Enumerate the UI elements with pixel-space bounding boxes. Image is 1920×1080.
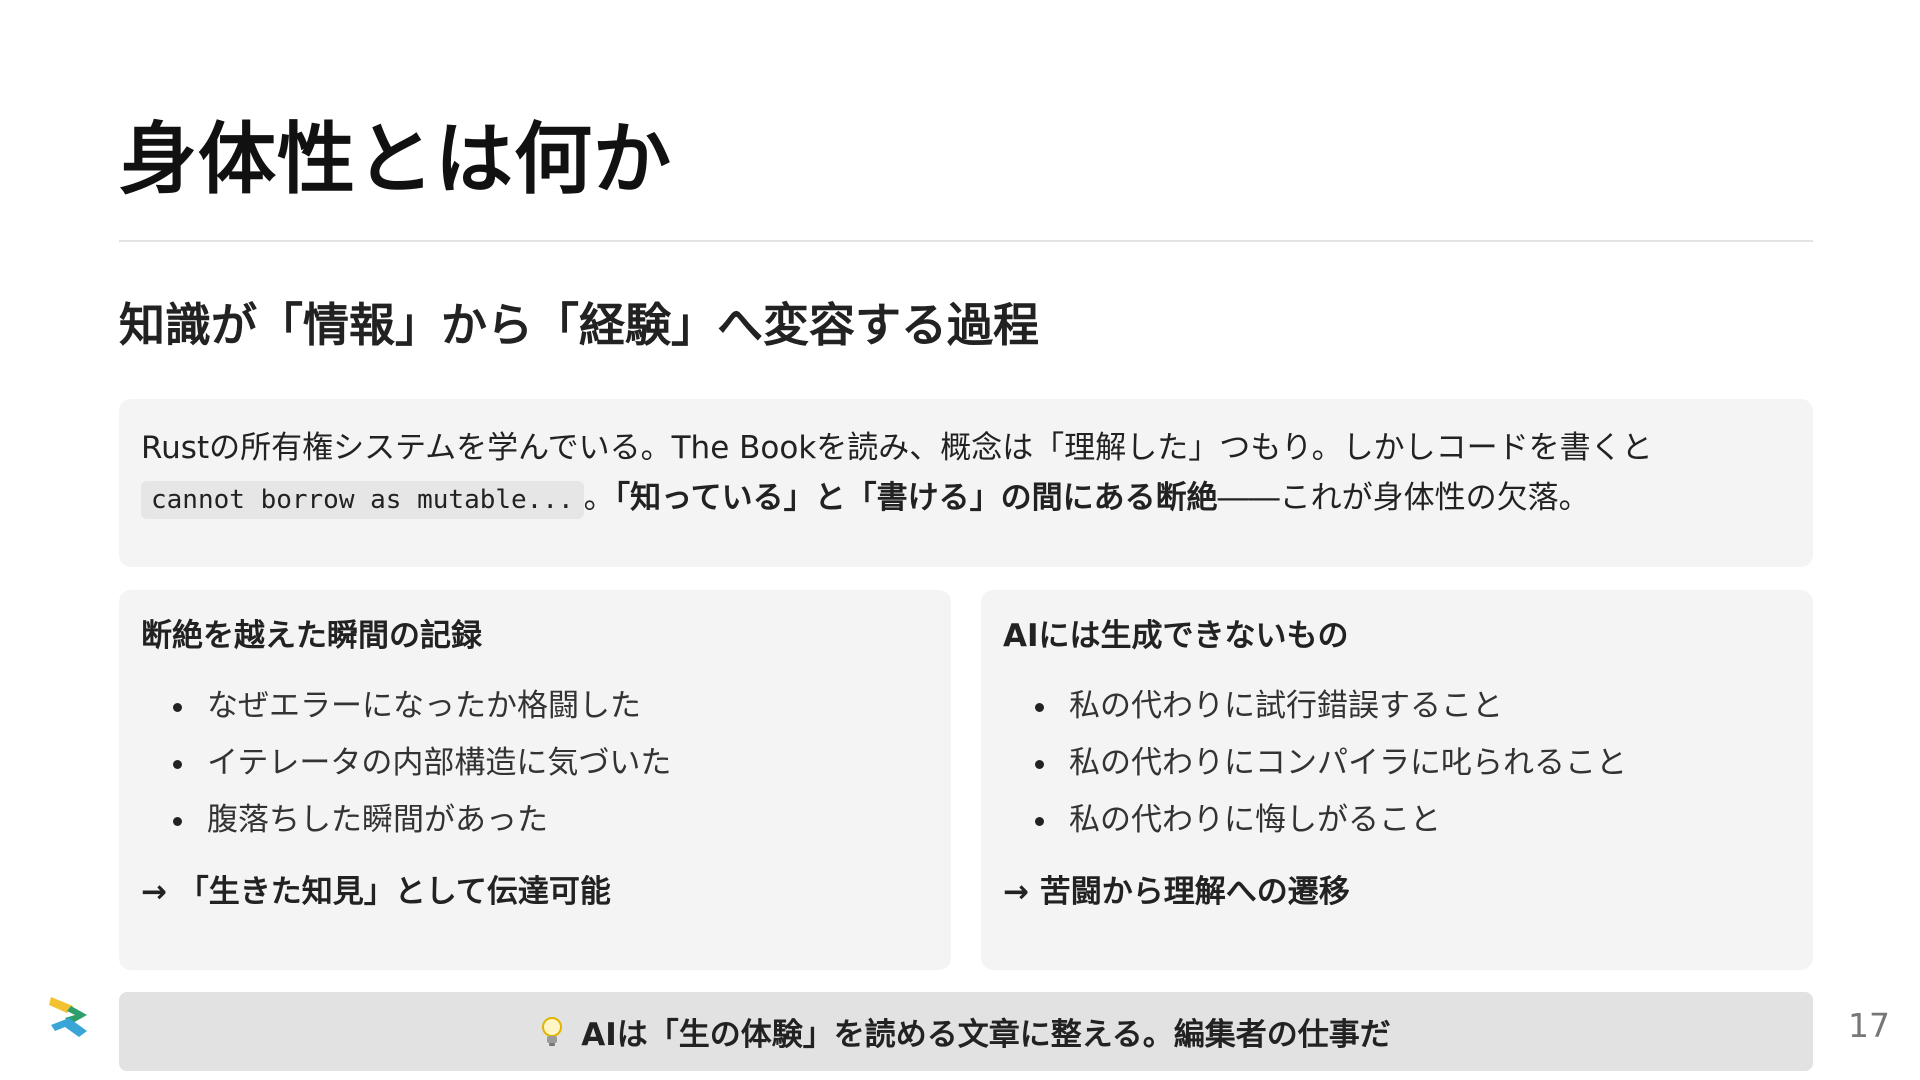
list-item: 腹落ちした瞬間があった — [141, 792, 929, 849]
bullet-icon — [1035, 817, 1044, 827]
page-number: 17 — [1848, 1006, 1890, 1045]
bullet-icon — [173, 703, 182, 713]
right-card-conclusion: → 苦闘から理解への遷移 — [1003, 874, 1350, 911]
intro-tail: ――これが身体性の欠落。 — [1217, 480, 1590, 516]
left-card: 断絶を越えた瞬間の記録 なぜエラーになったか格闘した イテレータの内部構造に気づ… — [119, 590, 951, 970]
list-item-text: イテレータの内部構造に気づいた — [207, 745, 672, 782]
intro-box: Rustの所有権システムを学んでいる。The Bookを読み、概念は「理解した」… — [119, 399, 1813, 567]
right-card-list: 私の代わりに試行錯誤すること 私の代わりにコンパイラに叱られること 私の代わりに… — [1003, 678, 1791, 849]
list-item: なぜエラーになったか格闘した — [141, 678, 929, 735]
list-item-text: 私の代わりに悔しがること — [1069, 802, 1441, 839]
footer-text: AIは「生の体験」を読める文章に整える。編集者の仕事だ — [581, 1017, 1391, 1053]
list-item: 私の代わりに悔しがること — [1003, 792, 1791, 849]
list-item: 私の代わりにコンパイラに叱られること — [1003, 735, 1791, 792]
list-item-text: なぜエラーになったか格闘した — [207, 688, 641, 725]
lightbulb-icon — [542, 1016, 563, 1046]
intro-emphasis: 「知っている」と「書ける」の間にある断絶 — [614, 480, 1218, 516]
bullet-icon — [173, 760, 182, 770]
intro-punctuation: 。 — [583, 480, 615, 516]
error-code-snippet: cannot borrow as mutable... — [141, 481, 584, 519]
intro-line-2: cannot borrow as mutable... 。「知っている」と「書ける… — [141, 473, 1791, 525]
title-divider — [119, 240, 1813, 242]
list-item: イテレータの内部構造に気づいた — [141, 735, 929, 792]
list-item: 私の代わりに試行錯誤すること — [1003, 678, 1791, 735]
brand-logo-icon — [49, 997, 87, 1037]
slide-subtitle: 知識が「情報」から「経験」へ変容する過程 — [119, 298, 1039, 352]
right-card-title: AIには生成できないもの — [1003, 618, 1349, 654]
list-item-text: 私の代わりに試行錯誤すること — [1069, 688, 1503, 725]
footer-banner: AIは「生の体験」を読める文章に整える。編集者の仕事だ — [119, 992, 1813, 1071]
list-item-text: 私の代わりにコンパイラに叱られること — [1069, 745, 1627, 782]
slide: 身体性とは何か 知識が「情報」から「経験」へ変容する過程 Rustの所有権システ… — [0, 0, 1920, 1080]
list-item-text: 腹落ちした瞬間があった — [207, 802, 548, 839]
intro-line-1: Rustの所有権システムを学んでいる。The Bookを読み、概念は「理解した」… — [141, 430, 1653, 466]
left-card-list: なぜエラーになったか格闘した イテレータの内部構造に気づいた 腹落ちした瞬間があ… — [141, 678, 929, 849]
bullet-icon — [1035, 760, 1044, 770]
slide-title: 身体性とは何か — [119, 115, 673, 205]
bullet-icon — [173, 817, 182, 827]
left-card-title: 断絶を越えた瞬間の記録 — [141, 618, 482, 654]
right-card: AIには生成できないもの 私の代わりに試行錯誤すること 私の代わりにコンパイラに… — [981, 590, 1813, 970]
bullet-icon — [1035, 703, 1044, 713]
left-card-conclusion: → 「生きた知見」として伝達可能 — [141, 874, 611, 911]
